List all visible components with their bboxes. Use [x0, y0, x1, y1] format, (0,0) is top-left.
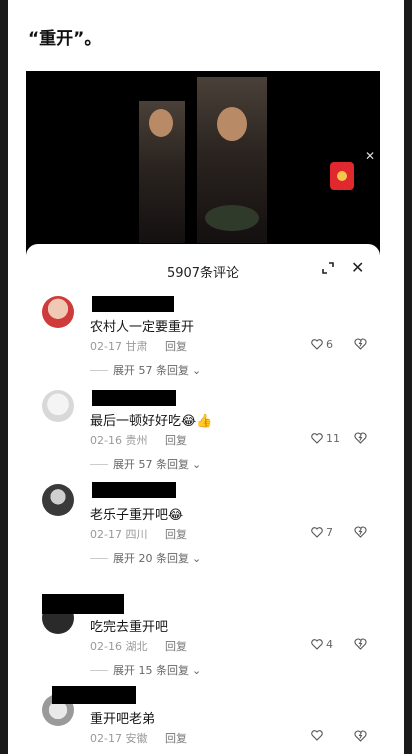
expand-replies-button[interactable]: 展开 57 条回复 ⌄ [90, 362, 201, 378]
comments-sheet: 5907条评论 ✕ 农村人一定要重开 02-17 甘肃 回复 6 展开 57 条… [26, 244, 380, 754]
avatar[interactable] [42, 296, 74, 328]
comment-meta: 02-16 湖北 回复 [90, 638, 187, 654]
reply-button[interactable]: 回复 [165, 640, 187, 653]
expand-replies-button[interactable]: 展开 57 条回复 ⌄ [90, 456, 201, 472]
comment-date: 02-16 [90, 640, 122, 653]
comment-date: 02-16 [90, 434, 122, 447]
like-count: 11 [326, 432, 340, 445]
avatar[interactable] [42, 484, 74, 516]
post-headline: “重开”。 [28, 29, 102, 49]
comment-location: 四川 [125, 528, 148, 541]
heart-icon [311, 433, 323, 444]
chevron-down-icon: ⌄ [192, 551, 202, 565]
comment-text: 农村人一定要重开 [90, 320, 195, 335]
comment-text: 老乐子重开吧😂 [90, 508, 184, 523]
comment-location: 贵州 [125, 434, 148, 447]
heart-icon [311, 339, 323, 350]
comment-date: 02-17 [90, 732, 122, 745]
expand-replies-button[interactable]: 展开 15 条回复 ⌄ [90, 662, 201, 678]
comment-text: 最后一顿好好吃😂👍 [90, 414, 213, 429]
expand-replies-label: 展开 20 条回复 [113, 552, 189, 565]
expand-replies-label: 展开 57 条回复 [113, 364, 189, 377]
dislike-icon[interactable] [354, 638, 367, 650]
username-redacted [92, 390, 176, 406]
close-icon[interactable]: ✕ [365, 149, 375, 163]
username-redacted [92, 296, 174, 312]
comment-date: 02-17 [90, 528, 122, 541]
like-button[interactable]: 4 [311, 638, 333, 651]
avatar[interactable] [42, 390, 74, 422]
dislike-icon[interactable] [354, 338, 367, 350]
expand-replies-button[interactable]: 展开 20 条回复 ⌄ [90, 550, 201, 566]
heart-icon [311, 639, 323, 650]
comment-location: 甘肃 [125, 340, 148, 353]
comment-meta: 02-17 甘肃 回复 [90, 338, 187, 354]
like-button[interactable] [311, 730, 326, 741]
dislike-icon[interactable] [354, 730, 367, 742]
comment-meta: 02-17 四川 回复 [90, 526, 187, 542]
like-button[interactable]: 7 [311, 526, 333, 539]
expand-replies-label: 展开 15 条回复 [113, 664, 189, 677]
comment-location: 安徽 [125, 732, 148, 745]
username-redacted [92, 482, 176, 498]
video-frame-right [197, 77, 267, 243]
expand-icon[interactable] [322, 262, 334, 274]
like-button[interactable]: 11 [311, 432, 340, 445]
post-page: “重开”。 ✕ 5907条评论 ✕ 农村人一定要重开 02-17 甘肃 回复 6 [8, 0, 404, 754]
close-icon[interactable]: ✕ [351, 258, 364, 277]
like-count: 7 [326, 526, 333, 539]
comment-date: 02-17 [90, 340, 122, 353]
reply-button[interactable]: 回复 [165, 528, 187, 541]
comment-meta: 02-16 贵州 回复 [90, 432, 187, 448]
comment-meta: 02-17 安徽 回复 [90, 730, 187, 746]
dislike-icon[interactable] [354, 432, 367, 444]
like-count: 6 [326, 338, 333, 351]
username-redacted [42, 594, 124, 614]
reply-button[interactable]: 回复 [165, 340, 187, 353]
video-player[interactable]: ✕ [26, 71, 380, 271]
chevron-down-icon: ⌄ [192, 663, 202, 677]
dislike-icon[interactable] [354, 526, 367, 538]
heart-icon [311, 527, 323, 538]
reply-button[interactable]: 回复 [165, 434, 187, 447]
comment-text: 重开吧老弟 [90, 712, 156, 727]
like-count: 4 [326, 638, 333, 651]
username-redacted [52, 686, 136, 704]
like-button[interactable]: 6 [311, 338, 333, 351]
expand-replies-label: 展开 57 条回复 [113, 458, 189, 471]
chevron-down-icon: ⌄ [192, 363, 202, 377]
heart-icon [311, 730, 323, 741]
reply-button[interactable]: 回复 [165, 732, 187, 745]
chevron-down-icon: ⌄ [192, 457, 202, 471]
red-envelope-icon[interactable] [330, 162, 354, 190]
comment-text: 吃完去重开吧 [90, 620, 169, 635]
comment-location: 湖北 [125, 640, 148, 653]
video-frame-left [139, 101, 185, 243]
